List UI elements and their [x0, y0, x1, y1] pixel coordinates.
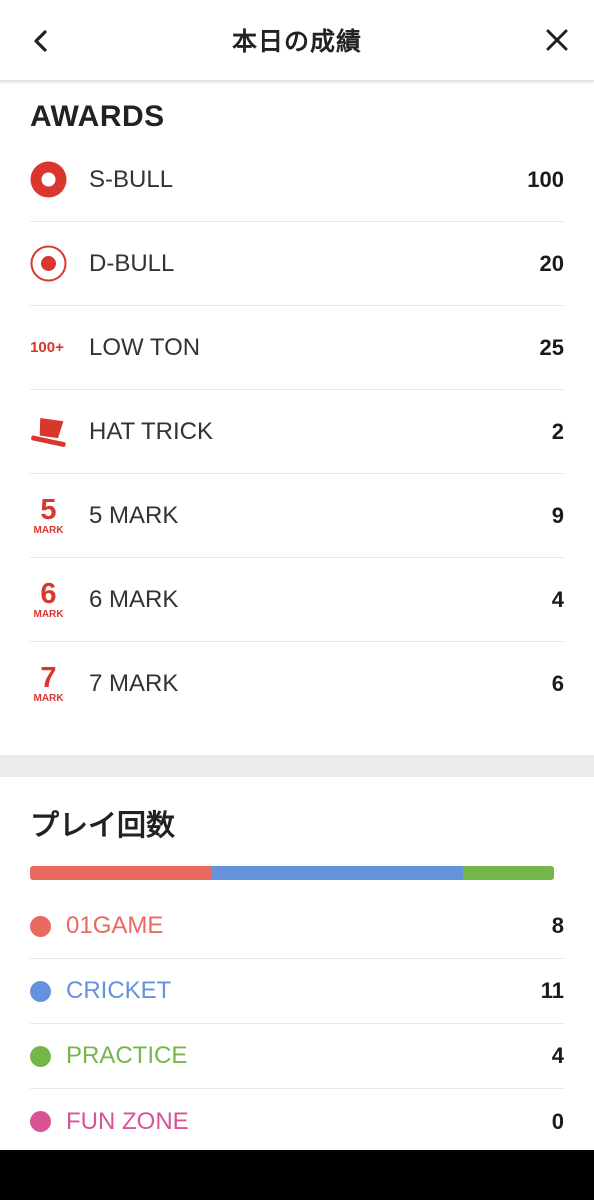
mark-icon-number: 5	[40, 493, 57, 526]
award-row-hat-trick: HAT TRICK 2	[30, 390, 564, 474]
award-value: 20	[539, 250, 564, 276]
play-bar-segment-01game	[30, 866, 213, 880]
mark-icon-number: 6	[40, 577, 57, 610]
award-row-s-bull: S-BULL 100	[30, 138, 564, 222]
legend-dot	[30, 915, 51, 937]
award-label: S-BULL	[89, 165, 174, 193]
award-value: 25	[539, 334, 564, 360]
chevron-left-icon	[34, 30, 47, 52]
six-mark-icon: 6 MARK	[30, 577, 67, 620]
award-row-low-ton: 100+ LOW TON 25	[30, 306, 564, 390]
play-label: PRACTICE	[66, 1042, 188, 1069]
award-value: 100	[527, 166, 564, 192]
award-label: 7 MARK	[89, 670, 179, 697]
play-value: 11	[540, 978, 564, 1003]
play-bar-segment-practice	[462, 866, 554, 880]
award-row-5-mark: 5 MARK 5 MARK 9	[30, 474, 564, 558]
award-row-d-bull: D-BULL 20	[30, 222, 564, 306]
back-button[interactable]	[24, 24, 58, 58]
play-value: 0	[551, 1108, 564, 1134]
low-ton-icon-text: 100+	[30, 339, 64, 356]
mark-icon-text: MARK	[33, 693, 64, 704]
award-value: 2	[551, 418, 564, 444]
award-label: 5 MARK	[89, 501, 179, 529]
award-label: D-BULL	[89, 249, 175, 277]
five-mark-icon: 5 MARK	[30, 493, 67, 536]
award-row-7-mark: 7 MARK 7 MARK 6	[30, 642, 565, 726]
mark-icon-text: MARK	[33, 524, 64, 536]
close-button[interactable]	[542, 25, 572, 55]
award-label: HAT TRICK	[89, 417, 214, 445]
page-title: 本日の成績	[231, 27, 362, 56]
play-value: 8	[551, 913, 564, 938]
mark-icon-number: 7	[40, 662, 57, 694]
play-value: 4	[551, 1043, 564, 1068]
hat-icon	[30, 412, 67, 452]
awards-section-title: AWARDS	[30, 100, 165, 133]
play-row-fun-zone: FUN ZONE 0	[30, 1089, 564, 1154]
play-count-bar	[30, 866, 554, 880]
close-icon	[546, 29, 568, 51]
play-label: 01GAME	[66, 912, 164, 939]
play-label: CRICKET	[66, 977, 172, 1004]
play-row-cricket: CRICKET 11	[30, 959, 564, 1024]
legend-dot	[30, 1045, 51, 1067]
award-row-6-mark: 6 MARK 6 MARK 4	[30, 558, 564, 642]
d-bull-icon	[30, 244, 67, 284]
play-row-practice: PRACTICE 4	[30, 1024, 564, 1089]
play-label: FUN ZONE	[66, 1107, 189, 1135]
low-ton-icon: 100+	[30, 328, 67, 368]
award-label: 6 MARK	[89, 585, 179, 613]
play-count-section-title: プレイ回数	[30, 808, 176, 842]
play-bar-segment-cricket	[212, 866, 463, 880]
award-value: 4	[551, 586, 564, 612]
award-value: 6	[551, 671, 564, 696]
legend-dot	[30, 1111, 51, 1132]
bottom-system-bar	[0, 1150, 594, 1200]
s-bull-icon	[30, 160, 67, 200]
mark-icon-text: MARK	[33, 608, 64, 620]
play-row-01game: 01GAME 8	[30, 894, 564, 959]
award-label: LOW TON	[89, 333, 201, 361]
seven-mark-icon: 7 MARK	[30, 664, 67, 704]
legend-dot	[30, 980, 51, 1002]
header-bar: 本日の成績	[0, 0, 594, 82]
award-value: 9	[551, 502, 564, 528]
section-divider	[0, 755, 594, 777]
